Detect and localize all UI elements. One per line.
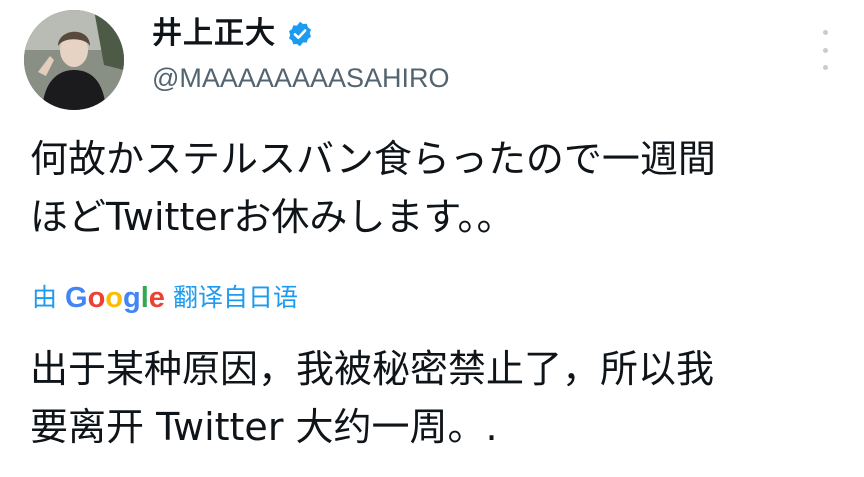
- translated-text: 出于某种原因，我被秘密禁止了，所以我 要离开 Twitter 大约一周。.: [30, 340, 850, 456]
- tweet-text-line: ほどTwitterお休みします。。: [30, 195, 515, 239]
- translation-prefix: 由: [32, 283, 58, 312]
- translation-suffix: 翻译自日语: [172, 283, 298, 312]
- avatar-photo: [24, 10, 124, 110]
- translation-attribution[interactable]: 由 Google 翻译自日语: [32, 278, 298, 318]
- tweet-text-line: 何故かステルスバン食らったので一週間: [30, 137, 716, 181]
- tweet-text: 何故かステルスバン食らったので一週間 ほどTwitterお休みします。。: [30, 130, 850, 246]
- google-logo: Google: [65, 282, 165, 314]
- author-name-row: 井上正大: [152, 14, 314, 54]
- user-handle[interactable]: @MAAAAAAAASAHIRO: [152, 60, 450, 96]
- translated-text-line: 要离开 Twitter 大约一周。.: [30, 405, 498, 449]
- more-dot: [822, 65, 828, 70]
- avatar[interactable]: [24, 10, 124, 110]
- verified-badge-icon: [286, 20, 314, 48]
- translated-text-line: 出于某种原因，我被秘密禁止了，所以我: [30, 347, 715, 391]
- more-vertical-icon[interactable]: [818, 30, 832, 70]
- more-dot: [822, 30, 828, 35]
- more-dot: [822, 47, 828, 53]
- display-name[interactable]: 井上正大: [152, 14, 276, 54]
